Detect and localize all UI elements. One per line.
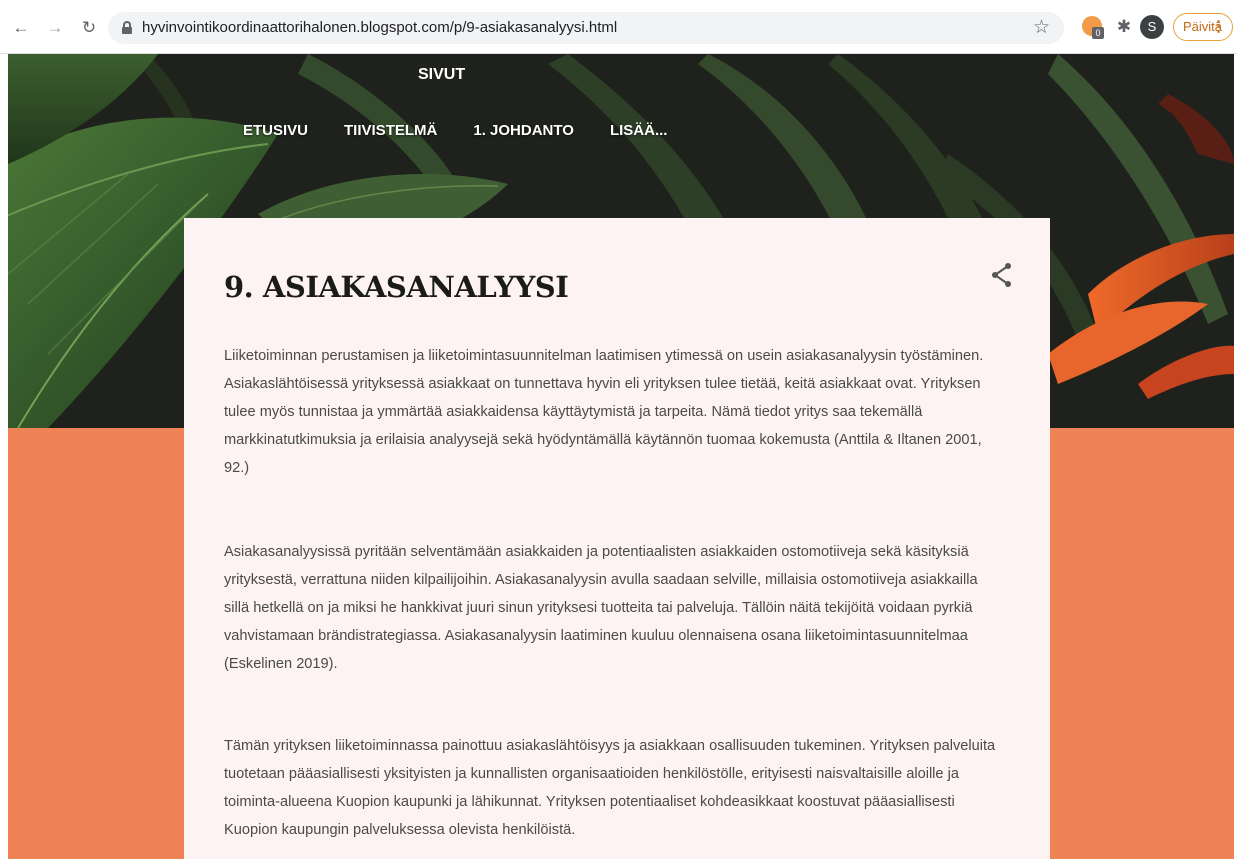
lock-icon[interactable] [122,21,132,34]
update-button[interactable]: Päivitä ⋮ [1173,13,1233,41]
nav-item-lisaa[interactable]: LISÄÄ... [610,122,668,139]
forward-icon[interactable]: → [44,17,66,39]
share-icon[interactable] [990,262,1014,288]
extension-badge: 0 [1092,27,1104,39]
star-icon[interactable]: ☆ [1033,16,1050,39]
extension-icon[interactable]: 0 [1082,16,1104,39]
post-card: 9. ASIAKASANALYYSI Liiketoiminnan perust… [184,218,1050,859]
browser-toolbar: ← → ↻ hyvinvointikoordinaattorihalonen.b… [0,0,1236,54]
reload-icon[interactable]: ↻ [78,17,100,39]
pages-nav: ETUSIVU TIIVISTELMÄ 1. JOHDANTO LISÄÄ... [243,122,703,139]
post-title: 9. ASIAKASANALYYSI [224,270,569,304]
nav-item-etusivu[interactable]: ETUSIVU [243,122,308,139]
url-text[interactable]: hyvinvointikoordinaattorihalonen.blogspo… [142,19,617,36]
puzzle-icon[interactable]: ✱ [1112,15,1136,39]
post-paragraph-2: Asiakasanalyysissä pyritään selventämään… [224,544,978,672]
nav-item-johdanto[interactable]: 1. JOHDANTO [473,122,574,139]
pages-title: SIVUT [418,66,466,83]
nav-item-tiivistelma[interactable]: TIIVISTELMÄ [344,122,437,139]
address-bar[interactable]: hyvinvointikoordinaattorihalonen.blogspo… [108,12,1064,44]
menu-icon[interactable]: ⋮ [1211,14,1226,40]
blog-page: SIVUT ETUSIVU TIIVISTELMÄ 1. JOHDANTO LI… [8,54,1234,859]
back-icon[interactable]: ← [10,17,32,39]
profile-avatar[interactable]: S [1140,15,1164,39]
post-paragraph-1: Liiketoiminnan perustamisen ja liiketoim… [224,348,984,476]
post-paragraph-3: Tämän yrityksen liiketoiminnassa painott… [224,738,996,838]
